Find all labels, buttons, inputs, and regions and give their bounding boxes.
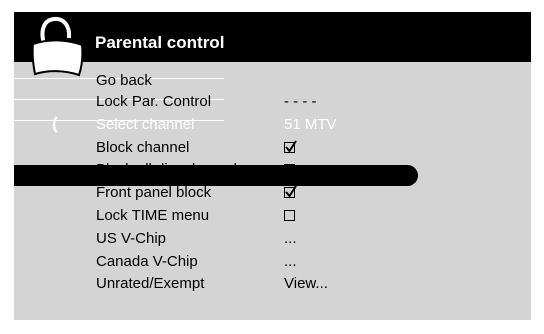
channel-value[interactable]: 51 MTV <box>284 116 337 133</box>
padlock-icon <box>31 16 84 77</box>
menu-item-lock-time-menu[interactable]: Lock TIME menu <box>14 205 531 226</box>
checkmark-icon <box>285 185 297 198</box>
menu-item-us-v-chip[interactable]: US V-Chip ... <box>14 228 531 249</box>
menu-item-label: Lock Par. Control <box>96 93 212 110</box>
menu-item-unrated-exempt[interactable]: Unrated/Exempt View... <box>14 273 531 294</box>
lock-time-menu-checkbox[interactable] <box>284 210 295 221</box>
menu-item-label: Front panel block <box>96 184 212 201</box>
parental-control-menu: Parental control Go back Lock Par. Contr… <box>14 12 531 320</box>
menu-item-label: Block all dig. channels <box>96 161 245 178</box>
menu-item-label: Block channel <box>96 139 190 156</box>
menu-item-go-back[interactable]: Go back <box>14 70 531 91</box>
menu-item-block-channel[interactable]: Block channel <box>14 137 531 158</box>
front-panel-block-checkbox[interactable] <box>284 185 297 198</box>
submenu-indicator: ... <box>284 253 297 270</box>
view-link[interactable]: View... <box>284 275 328 292</box>
menu-header: Parental control <box>14 12 531 62</box>
menu-item-label: Lock TIME menu <box>96 207 210 224</box>
menu-item-label: Canada V-Chip <box>96 253 198 270</box>
menu-item-lock-par-control[interactable]: Lock Par. Control - - - - <box>14 91 531 112</box>
block-all-dig-channels-checkbox[interactable] <box>284 164 295 175</box>
pin-code-field[interactable]: - - - - <box>284 93 316 110</box>
menu-item-label: Go back <box>96 72 152 89</box>
menu-item-label: US V-Chip <box>96 230 167 247</box>
block-channel-checkbox[interactable] <box>284 140 297 153</box>
menu-body: Go back Lock Par. Control - - - - ( Sele… <box>14 62 531 320</box>
menu-item-select-channel[interactable]: ( Select channel 51 MTV <box>14 114 531 135</box>
submenu-indicator: ... <box>284 230 297 247</box>
menu-item-front-panel-block[interactable]: Front panel block <box>14 182 531 203</box>
menu-item-label: Unrated/Exempt <box>96 275 205 292</box>
selection-marker: ( <box>52 114 58 133</box>
menu-item-block-all-dig-channels[interactable]: Block all dig. channels <box>14 159 531 180</box>
menu-item-label: Select channel <box>96 116 195 133</box>
checkmark-icon <box>285 140 297 153</box>
menu-title: Parental control <box>95 33 225 52</box>
menu-item-canada-v-chip[interactable]: Canada V-Chip ... <box>14 251 531 272</box>
